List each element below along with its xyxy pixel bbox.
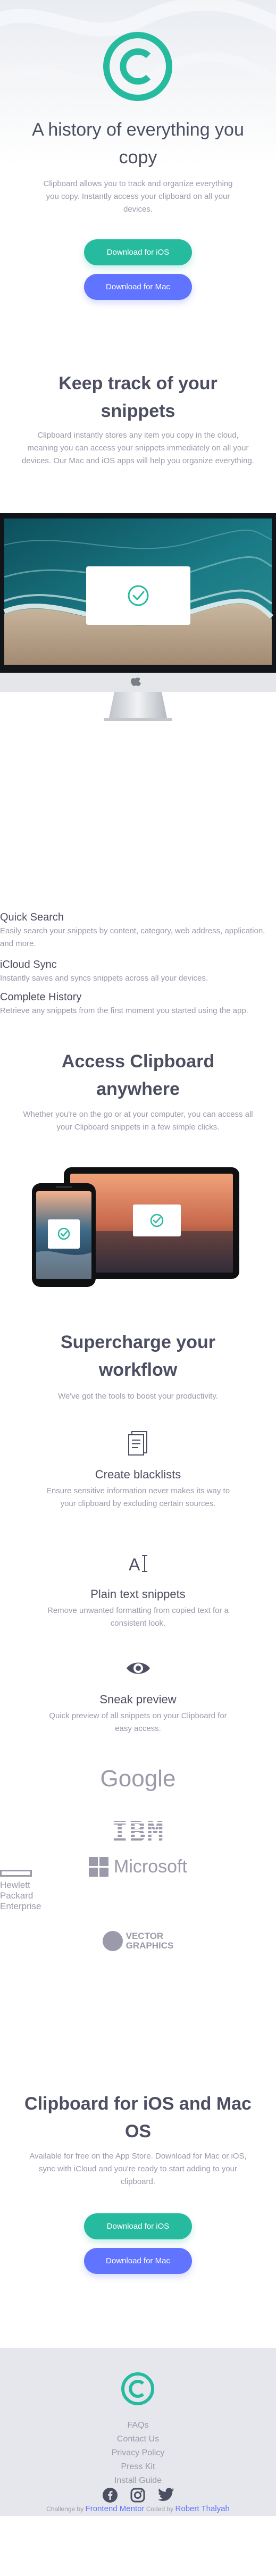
feature-text: Easily search your snippets by content, … — [0, 926, 265, 948]
feature-plain-text-snippets: A Plain text snippets Remove unwanted fo… — [21, 1549, 255, 1630]
footer-links: FAQs Contact Us Privacy Policy Press Kit… — [0, 2419, 276, 2488]
feature-sneak-preview: Sneak preview Quick preview of all snipp… — [21, 1654, 255, 1735]
hpe-rectangle-icon — [0, 1869, 32, 1877]
cta-download-mac-button[interactable]: Download for Mac — [84, 2248, 192, 2274]
google-logo: Google — [100, 1766, 176, 1792]
cta-text: Available for free on the App Store. Dow… — [29, 2152, 247, 2186]
feature-text: Quick preview of all snippets on your Cl… — [49, 1711, 227, 1733]
cta-section: Clipboard for iOS and Mac OS Available f… — [0, 2053, 276, 2348]
eye-icon — [126, 1662, 150, 1674]
footer-link-faqs[interactable]: FAQs — [0, 2419, 276, 2432]
devices-image — [32, 1167, 239, 1287]
feature-text: Retrieve any snippets from the first mom… — [0, 1006, 248, 1015]
vg-line-2: GRAPHICS — [126, 1941, 174, 1951]
ibm-logo: IBM — [0, 1816, 276, 1848]
track-text: Clipboard instantly stores any item you … — [22, 431, 254, 465]
feature-quick-search: Quick Search Easily search your snippets… — [0, 910, 276, 950]
footer-link-contact[interactable]: Contact Us — [0, 2432, 276, 2446]
feature-title: Complete History — [0, 991, 82, 1003]
footer-logo-icon — [121, 2372, 154, 2405]
hpe-line-1: Hewlett Packard — [0, 1879, 34, 1901]
feature-complete-history: Complete History Retrieve any snippets f… — [0, 990, 276, 1017]
vector-graphics-logo: VECTOR GRAPHICS — [0, 1928, 276, 1954]
track-title: Keep track of your snippets — [58, 373, 218, 421]
svg-text:A: A — [129, 1555, 140, 1574]
instagram-icon[interactable] — [130, 2487, 146, 2503]
credit-frontend-mentor-link[interactable]: Frontend Mentor — [86, 2504, 145, 2513]
hpe-line-2: Enterprise — [0, 1901, 41, 1911]
hero-title: A history of everything you copy — [32, 120, 244, 168]
footer-link-privacy[interactable]: Privacy Policy — [0, 2446, 276, 2460]
supercharge-title: Supercharge your workflow — [61, 1332, 215, 1380]
cta-download-ios-button[interactable]: Download for iOS — [84, 2213, 192, 2239]
facebook-icon[interactable] — [102, 2487, 118, 2503]
access-title: Access Clipboard anywhere — [61, 1051, 215, 1099]
access-section: Access Clipboard anywhere Whether you're… — [0, 1048, 276, 1314]
supercharge-section: Supercharge your workflow We've got the … — [0, 1314, 276, 1877]
footer: FAQs Contact Us Privacy Policy Press Kit… — [0, 2348, 276, 2516]
feature-title: Quick Search — [0, 911, 64, 923]
clipboard-logo-icon — [103, 32, 172, 101]
feature-text: Remove unwanted formatting from copied t… — [47, 1606, 229, 1628]
supercharge-text: We've got the tools to boost your produc… — [58, 1392, 218, 1401]
social-links — [0, 2487, 276, 2503]
access-text: Whether you're on the go or at your comp… — [23, 1110, 253, 1132]
feature-title: Sneak preview — [99, 1693, 177, 1706]
footer-link-press-kit[interactable]: Press Kit — [0, 2460, 276, 2474]
text-icon: A — [129, 1555, 147, 1574]
vg-line-1: VECTOR — [126, 1931, 164, 1941]
hero-download-mac-button[interactable]: Download for Mac — [84, 274, 192, 300]
credit-coded-label: Coded by — [146, 2505, 174, 2513]
vector-graphics-ball-icon — [102, 1931, 123, 1951]
hero-section: A history of everything you copy Clipboa… — [0, 0, 276, 319]
blacklist-icon — [128, 1431, 147, 1456]
hero-download-ios-button[interactable]: Download for iOS — [84, 239, 192, 265]
feature-title: iCloud Sync — [0, 959, 57, 971]
feature-text: Ensure sensitive information never makes… — [46, 1486, 230, 1508]
feature-text: Instantly saves and syncs snippets acros… — [0, 974, 208, 983]
twitter-icon[interactable] — [157, 2487, 174, 2503]
cta-title: Clipboard for iOS and Mac OS — [24, 2094, 252, 2142]
hero-text: Clipboard allows you to track and organi… — [43, 179, 233, 214]
credit-author-link[interactable]: Robert Thalyah — [175, 2504, 230, 2513]
feature-icloud-sync: iCloud Sync Instantly saves and syncs sn… — [0, 957, 276, 985]
feature-title: Plain text snippets — [90, 1587, 186, 1601]
footer-link-install-guide[interactable]: Install Guide — [0, 2474, 276, 2488]
feature-title: Create blacklists — [95, 1468, 181, 1481]
track-section: Keep track of your snippets Clipboard in… — [0, 319, 276, 1048]
hpe-logo: Hewlett Packard Enterprise — [0, 1869, 276, 1911]
credit-challenge-label: Challenge by — [46, 2505, 84, 2513]
footer-credit: Challenge by Frontend Mentor Coded by Ro… — [0, 2504, 276, 2513]
page: A history of everything you copy Clipboa… — [0, 0, 276, 2516]
computer-monitor-image — [0, 513, 276, 721]
feature-create-blacklists: Create blacklists Ensure sensitive infor… — [21, 1429, 255, 1510]
